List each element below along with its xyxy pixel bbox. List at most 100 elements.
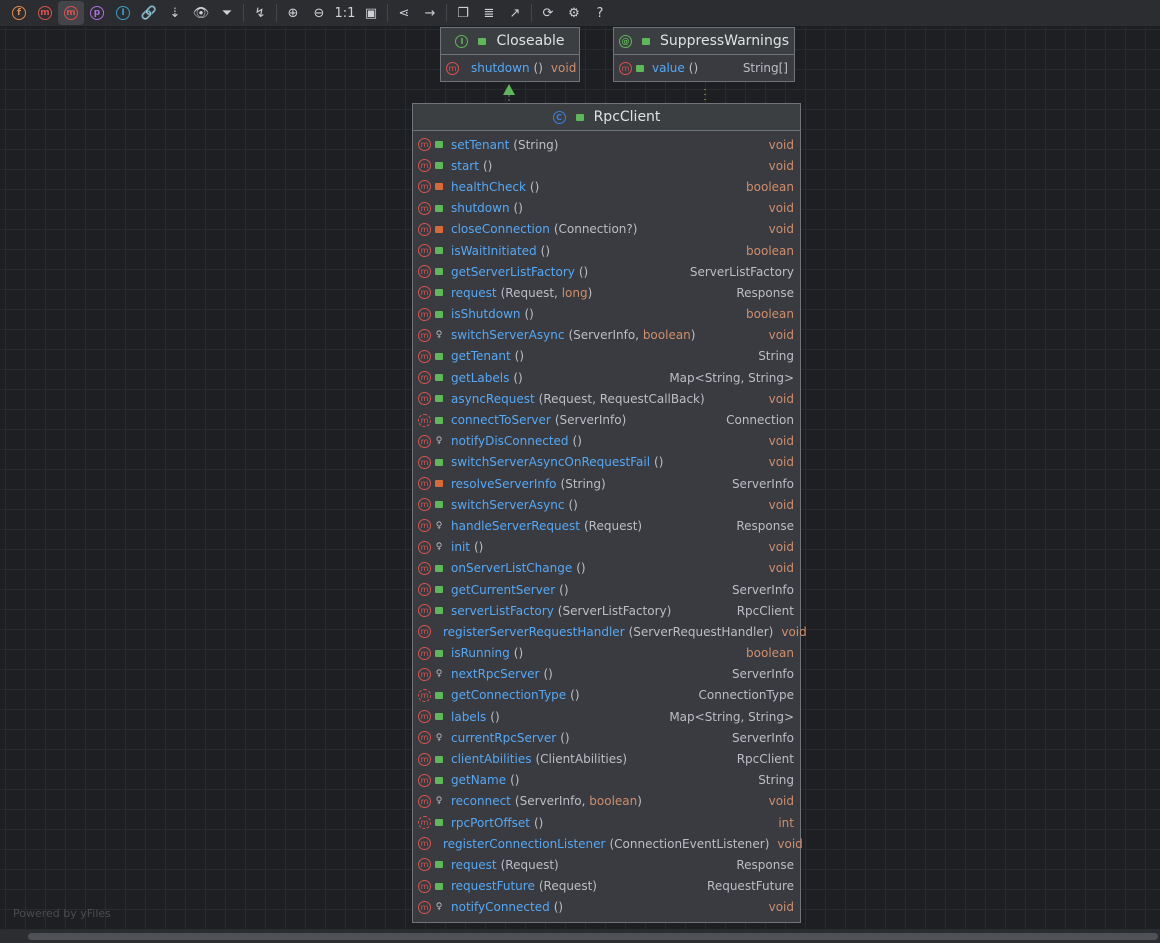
- node-header: I Closeable: [441, 28, 579, 55]
- edit-description-icon: ≣: [483, 5, 495, 21]
- help-button[interactable]: ?: [587, 1, 613, 25]
- method-row[interactable]: m request (Request, long) Response: [413, 282, 800, 303]
- public-visibility-icon: [435, 458, 443, 466]
- zoom-out-button[interactable]: ⊖: [306, 1, 332, 25]
- method-row[interactable]: m getLabels() Map<String, String>: [413, 367, 800, 388]
- class-node-rpcclient[interactable]: C RpcClient m setTenant (String) void m start()…: [412, 103, 807, 923]
- method-button[interactable]: m: [58, 1, 84, 25]
- method-row[interactable]: m connectToServer (ServerInfo) Connection: [413, 409, 800, 430]
- fit-content-button[interactable]: ▣: [358, 1, 384, 25]
- class-icon: C: [552, 110, 566, 124]
- method-row[interactable]: m labels() Map<String, String>: [413, 706, 800, 727]
- refresh-button[interactable]: ⟳: [535, 1, 561, 25]
- method-row[interactable]: m resolveServerInfo (String) ServerInfo: [413, 473, 800, 494]
- method-row[interactable]: m requestFuture (Request) RequestFuture: [413, 876, 800, 897]
- diagram-toolbar: f m m p I 🔗 ⇣ 👁 ⏷ ↯ ⊕ ⊖ 1:1 ▣ ⋖ → ❐ ≣ ↗ ⟳ ⚙?: [0, 0, 1160, 27]
- method-params: (): [579, 265, 588, 279]
- settings-button[interactable]: ⚙: [561, 1, 587, 25]
- method-row[interactable]: m isRunning () boolean: [413, 643, 800, 664]
- method-row[interactable]: m registerServerRequestHandler (ServerRequ…: [413, 621, 807, 642]
- method-row[interactable]: m closeConnection (Connection?) void: [413, 219, 800, 240]
- package-private-key-icon: ♀: [435, 796, 443, 807]
- scrollbar-thumb[interactable]: [28, 933, 1158, 940]
- method-icon: m: [418, 583, 431, 597]
- layout-button[interactable]: ⋖: [391, 1, 417, 25]
- method-row[interactable]: m healthCheck () boolean: [413, 176, 800, 197]
- method-row[interactable]: m serverListFactory (ServerListFactory) Rpc…: [413, 600, 800, 621]
- copy-button[interactable]: ❐: [450, 1, 476, 25]
- interface-icon: I: [455, 34, 469, 48]
- method-params: (): [530, 180, 539, 194]
- class-node-suppresswarnings[interactable]: @ SuppressWarnings m value() String[]: [613, 27, 795, 82]
- method-row[interactable]: m ♀ notifyConnected () void: [413, 897, 800, 918]
- method-row[interactable]: m ♀ currentRpcServer() ServerInfo: [413, 727, 800, 748]
- method-row[interactable]: m request (Request) Response: [413, 854, 800, 875]
- export-button[interactable]: ↗: [502, 1, 528, 25]
- method-row[interactable]: m onServerListChange() void: [413, 558, 800, 579]
- inner-class-button[interactable]: I: [110, 1, 136, 25]
- public-visibility-icon: [636, 64, 644, 72]
- method-row[interactable]: m getCurrentServer() ServerInfo: [413, 579, 800, 600]
- method-row[interactable]: m ♀ handleServerRequest (Request) Response: [413, 515, 800, 536]
- method-icon: m: [446, 61, 459, 75]
- return-type: void: [550, 61, 577, 75]
- param-segment: (): [513, 201, 523, 216]
- method-row[interactable]: m isShutdown () boolean: [413, 304, 800, 325]
- field-button[interactable]: f: [6, 1, 32, 25]
- param-segment: long: [561, 285, 588, 300]
- method-icon: m: [418, 667, 431, 681]
- return-type: void: [768, 222, 794, 237]
- return-type: ServerListFactory: [689, 264, 794, 279]
- param-segment: ): [637, 794, 642, 809]
- method-row[interactable]: m shutdown() void: [413, 198, 800, 219]
- method-row[interactable]: m switchServerAsync() void: [413, 494, 800, 515]
- method-row[interactable]: m getTenant () String: [413, 346, 800, 367]
- method-name: resolveServerInfo: [451, 476, 557, 491]
- method-row[interactable]: m ♀ nextRpcServer () ServerInfo: [413, 664, 800, 685]
- method-row[interactable]: m clientAbilities (ClientAbilities) RpcClie…: [413, 748, 800, 769]
- method-row[interactable]: m shutdown() void: [441, 55, 579, 81]
- method-row[interactable]: m rpcPortOffset () int: [413, 812, 800, 833]
- visibility-button[interactable]: 👁: [188, 1, 214, 25]
- export-icon: ↗: [509, 5, 521, 21]
- method-row[interactable]: m start () void: [413, 155, 800, 176]
- public-visibility-icon: [435, 289, 443, 297]
- method-name: getLabels: [451, 370, 510, 385]
- method-name: nextRpcServer: [451, 667, 540, 682]
- method-name: value: [652, 61, 685, 75]
- route-edges-button[interactable]: ↯: [247, 1, 273, 25]
- method-row[interactable]: m switchServerAsyncOnRequestFail() void: [413, 452, 800, 473]
- method-name: currentRpcServer: [451, 730, 557, 745]
- edit-description-button[interactable]: ≣: [476, 1, 502, 25]
- link-button[interactable]: 🔗: [136, 1, 162, 25]
- constructor-button[interactable]: m: [32, 1, 58, 25]
- method-row[interactable]: m setTenant (String) void: [413, 134, 800, 155]
- method-row[interactable]: m getServerListFactory () ServerListFactory: [413, 261, 800, 282]
- method-name: shutdown: [471, 61, 530, 75]
- method-row[interactable]: m ♀ init () void: [413, 537, 800, 558]
- sort-button[interactable]: ⇣: [162, 1, 188, 25]
- method-name: getConnectionType: [451, 688, 567, 703]
- class-node-closeable[interactable]: I Closeable m shutdown() void: [440, 27, 580, 82]
- package-private-key-icon: ♀: [435, 902, 443, 913]
- apply-layout-button[interactable]: →: [417, 1, 443, 25]
- method-list: m setTenant (String) void m start() void m healt…: [413, 131, 807, 918]
- method-row[interactable]: m value() String[]: [614, 55, 794, 81]
- help-icon: ?: [596, 5, 604, 21]
- filter-button[interactable]: ⏷: [214, 1, 240, 25]
- diagram-canvas[interactable]: I Closeable m shutdown() void @ SuppressWarni…: [0, 27, 1160, 930]
- method-row[interactable]: m ♀ reconnect (ServerInfo, boolean) void: [413, 791, 800, 812]
- param-segment: ): [587, 285, 593, 300]
- method-row[interactable]: m getConnectionType() ConnectionType: [413, 685, 800, 706]
- method-row[interactable]: m isWaitInitiated () boolean: [413, 240, 800, 261]
- method-row[interactable]: m registerConnectionListener (ConnectionEv…: [413, 833, 803, 854]
- property-button[interactable]: p: [84, 1, 110, 25]
- method-name: onServerListChange: [451, 561, 573, 576]
- method-row[interactable]: m asyncRequest (Request, RequestCallBack) v…: [413, 388, 800, 409]
- method-row[interactable]: m getName() String: [413, 770, 800, 791]
- actual-size-button[interactable]: 1:1: [332, 1, 358, 25]
- method-row[interactable]: m ♀ switchServerAsync (ServerInfo, boolean)…: [413, 325, 800, 346]
- zoom-in-button[interactable]: ⊕: [280, 1, 306, 25]
- horizontal-scrollbar[interactable]: [0, 930, 1160, 943]
- method-row[interactable]: m ♀ notifyDisConnected () void: [413, 431, 800, 452]
